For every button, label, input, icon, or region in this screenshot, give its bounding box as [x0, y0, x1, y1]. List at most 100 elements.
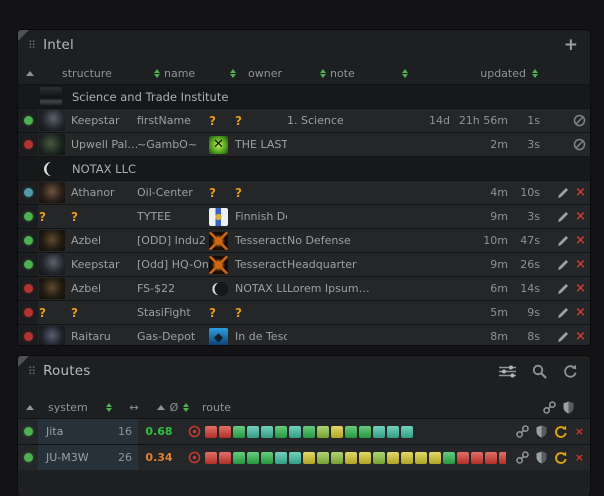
ban-icon[interactable] — [573, 138, 586, 151]
panel-fold-corner[interactable] — [18, 30, 29, 41]
col-route[interactable]: route — [202, 401, 231, 414]
route-system-square[interactable] — [457, 452, 469, 464]
route-system-square[interactable] — [401, 426, 413, 438]
shield-icon[interactable] — [536, 425, 547, 438]
intel-row[interactable]: KeepstarfirstName??1. Science14d21h 56m1… — [18, 108, 590, 132]
route-system-square[interactable] — [261, 426, 273, 438]
route-system-square[interactable] — [331, 426, 343, 438]
col-jumps[interactable]: ↔ — [129, 401, 138, 414]
ban-icon[interactable] — [573, 114, 586, 127]
route-system-square[interactable] — [387, 452, 399, 464]
route-system-square[interactable] — [359, 426, 371, 438]
refresh-icon[interactable] — [554, 451, 568, 465]
route-system-square[interactable] — [303, 452, 315, 464]
edit-pencil-icon[interactable] — [557, 283, 569, 295]
col-system[interactable]: system — [48, 401, 88, 414]
route-system-square[interactable] — [345, 426, 357, 438]
delete-button[interactable]: × — [575, 452, 584, 463]
route-system-square[interactable] — [331, 452, 343, 464]
edit-pencil-icon[interactable] — [557, 187, 569, 199]
refresh-icon[interactable] — [563, 364, 578, 379]
sort-arrows-icon[interactable] — [154, 69, 160, 78]
delete-button[interactable]: × — [575, 426, 584, 437]
search-icon[interactable] — [532, 364, 547, 379]
intel-row[interactable]: Keepstar[Odd] HQ-OneTesseract C…Headquar… — [18, 252, 590, 276]
route-row[interactable]: JU-M3W260.34× — [18, 444, 590, 470]
route-system-square[interactable] — [317, 426, 329, 438]
intel-row[interactable]: ??TYTEEFinnish Dee…9m3s× — [18, 204, 590, 228]
link-icon[interactable] — [543, 401, 556, 414]
intel-row[interactable]: AthanorOil-Center??4m10s× — [18, 180, 590, 204]
system-name[interactable]: Jita — [38, 419, 102, 444]
route-system-square[interactable] — [261, 452, 273, 464]
route-system-square[interactable] — [373, 452, 385, 464]
route-system-square[interactable] — [219, 452, 231, 464]
delete-button[interactable]: × — [575, 186, 586, 199]
route-system-square[interactable] — [275, 426, 287, 438]
sort-asc-icon[interactable] — [157, 405, 165, 410]
sort-arrows-icon[interactable] — [106, 403, 112, 412]
edit-pencil-icon[interactable] — [557, 235, 569, 247]
route-system-square[interactable] — [247, 426, 259, 438]
sort-asc-icon[interactable] — [26, 405, 34, 410]
route-system-square[interactable] — [471, 452, 483, 464]
route-system-square[interactable] — [233, 426, 245, 438]
add-intel-button[interactable]: + — [564, 37, 578, 54]
delete-button[interactable]: × — [575, 282, 586, 295]
route-system-square[interactable] — [317, 452, 329, 464]
sort-arrows-icon[interactable] — [402, 69, 408, 78]
route-system-square[interactable] — [275, 452, 287, 464]
col-name[interactable]: name — [164, 67, 195, 80]
route-system-square[interactable] — [205, 452, 217, 464]
shield-icon[interactable] — [563, 401, 574, 414]
sort-arrows-icon[interactable] — [532, 69, 538, 78]
route-system-square[interactable] — [443, 452, 455, 464]
delete-button[interactable]: × — [575, 306, 586, 319]
intel-row[interactable]: AzbelFS-$22NOTAX LLCLorem Ipsum…6m14s× — [18, 276, 590, 300]
route-system-square[interactable] — [247, 452, 259, 464]
route-system-square[interactable] — [499, 452, 506, 464]
intel-row[interactable]: Upwell Pal…~GambO~✕THE LAST A…2m3s — [18, 132, 590, 156]
route-system-square[interactable] — [373, 426, 385, 438]
edit-pencil-icon[interactable] — [557, 331, 569, 343]
refresh-icon[interactable] — [554, 425, 568, 439]
intel-row[interactable]: RaitaruGas-Depot◆In de Tesch8m8s× — [18, 324, 590, 345]
route-system-square[interactable] — [387, 426, 399, 438]
panel-fold-corner[interactable] — [18, 356, 29, 367]
route-system-square[interactable] — [205, 426, 217, 438]
delete-button[interactable]: × — [575, 330, 586, 343]
settings-sliders-icon[interactable] — [499, 365, 516, 378]
intel-row[interactable]: Azbel[ODD] Indu2Tesseract C…No Defense10… — [18, 228, 590, 252]
sort-arrows-icon[interactable] — [230, 69, 236, 78]
drag-grip-icon[interactable]: ⠿ — [28, 366, 36, 377]
delete-button[interactable]: × — [575, 210, 586, 223]
link-icon[interactable] — [516, 451, 529, 464]
system-name[interactable]: JU-M3W — [38, 445, 102, 470]
route-system-square[interactable] — [289, 452, 301, 464]
route-system-square[interactable] — [401, 452, 413, 464]
sort-asc-icon[interactable] — [26, 71, 34, 76]
route-system-square[interactable] — [219, 426, 231, 438]
route-system-square[interactable] — [303, 426, 315, 438]
route-system-square[interactable] — [345, 452, 357, 464]
delete-button[interactable]: × — [575, 234, 586, 247]
shield-icon[interactable] — [536, 451, 547, 464]
col-avg-security[interactable]: Ø — [170, 401, 179, 414]
route-system-square[interactable] — [233, 452, 245, 464]
drag-grip-icon[interactable]: ⠿ — [28, 40, 36, 51]
route-system-square[interactable] — [429, 452, 441, 464]
sort-arrows-icon[interactable] — [320, 69, 326, 78]
edit-pencil-icon[interactable] — [557, 211, 569, 223]
route-system-square[interactable] — [415, 452, 427, 464]
col-updated[interactable]: updated — [480, 67, 526, 80]
edit-pencil-icon[interactable] — [557, 307, 569, 319]
intel-group-row[interactable]: NOTAX LLC — [18, 156, 590, 180]
col-owner[interactable]: owner — [248, 67, 282, 80]
intel-row[interactable]: ??StasiFight??5m9s× — [18, 300, 590, 324]
link-icon[interactable] — [516, 425, 529, 438]
edit-pencil-icon[interactable] — [557, 259, 569, 271]
col-structure[interactable]: structure — [62, 67, 112, 80]
sort-arrows-icon[interactable] — [183, 403, 189, 412]
route-system-square[interactable] — [485, 452, 497, 464]
intel-group-row[interactable]: Science and Trade Institute — [18, 84, 590, 108]
